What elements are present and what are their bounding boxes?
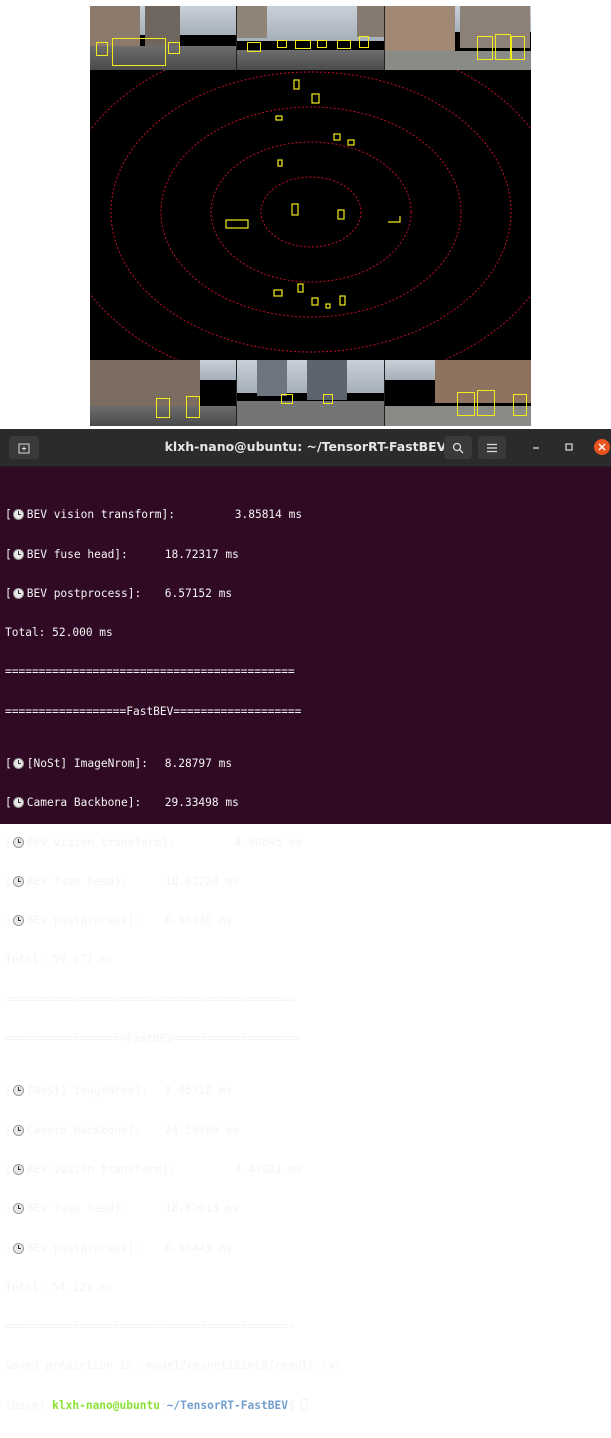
bev-visualization bbox=[90, 6, 531, 426]
separator-line: ========================================… bbox=[5, 665, 295, 679]
log-line: [BEV fuse head]: 18.82013 ms bbox=[5, 1202, 239, 1216]
alarm-clock-icon bbox=[12, 758, 24, 770]
front-camera-strip bbox=[90, 6, 531, 70]
log-line: [[NoSt] ImageNrom]: 9.05718 ms bbox=[5, 1084, 233, 1098]
log-line: [Camera Backbone]: 29.33498 ms bbox=[5, 796, 239, 810]
alarm-clock-icon bbox=[12, 797, 24, 809]
separator-line: ========================================… bbox=[5, 992, 295, 1006]
alarm-clock-icon bbox=[12, 548, 24, 560]
total-line: Total: 59.377 ms bbox=[5, 953, 113, 967]
camera-back-image bbox=[237, 360, 385, 426]
text-cursor[interactable] bbox=[301, 1399, 309, 1412]
log-line: [BEV postprocess]: 6.53146 ms bbox=[5, 914, 233, 928]
alarm-clock-icon bbox=[12, 836, 24, 848]
log-line: [BEV postprocess]: 6.53443 ms bbox=[5, 1241, 233, 1255]
search-icon[interactable] bbox=[444, 436, 472, 459]
maximize-icon[interactable] bbox=[561, 439, 577, 455]
saved-path-line: Saved prediction in: model/resnet18int8/… bbox=[5, 1359, 342, 1373]
window-title: klxh-nano@ubuntu: ~/TensorRT-FastBEV bbox=[164, 439, 447, 454]
log-line: [BEV postprocess]: 6.57152 ms bbox=[5, 586, 233, 600]
log-line: [BEV vision transform]: 4.68845 ms bbox=[5, 835, 303, 849]
log-line: [BEV vision transform]: 4.47021 ms bbox=[5, 1162, 303, 1176]
camera-front-image bbox=[237, 6, 385, 70]
shell-prompt[interactable]: (base) klxh-nano@ubuntu: ~/TensorRT-FastB… bbox=[5, 1399, 607, 1412]
range-rings bbox=[90, 70, 531, 360]
new-terminal-icon[interactable] bbox=[9, 436, 39, 459]
separator-line: ========================================… bbox=[5, 1320, 295, 1334]
alarm-clock-icon bbox=[12, 1085, 24, 1097]
alarm-clock-icon bbox=[12, 1164, 24, 1176]
terminal-window[interactable]: klxh-nano@ubuntu: ~/TensorRT-FastBEV [BE… bbox=[0, 429, 611, 1412]
alarm-clock-icon bbox=[12, 1203, 24, 1215]
close-icon[interactable] bbox=[594, 439, 610, 455]
camera-back-left-image bbox=[90, 360, 238, 426]
log-line: [BEV fuse head]: 18.72317 ms bbox=[5, 547, 239, 561]
total-line: Total: 54.123 ms bbox=[5, 1280, 113, 1294]
log-line: [BEV fuse head]: 18.82224 ms bbox=[5, 874, 239, 888]
rear-camera-strip bbox=[90, 360, 531, 426]
camera-front-left-image bbox=[90, 6, 238, 70]
alarm-clock-icon bbox=[12, 915, 24, 927]
terminal-output[interactable]: [BEV vision transform]: 3.85814 ms [BEV f… bbox=[5, 469, 607, 1438]
log-line: [Camera Backbone]: 24.29789 ms bbox=[5, 1123, 239, 1137]
section-header: ==================FastBEV===============… bbox=[5, 1032, 302, 1046]
log-line: [[NoSt] ImageNrom]: 8.28797 ms bbox=[5, 757, 233, 771]
camera-back-right-image bbox=[384, 360, 531, 426]
alarm-clock-icon bbox=[12, 509, 24, 521]
bev-top-down-plot bbox=[90, 70, 531, 360]
log-line: [BEV vision transform]: 3.85814 ms bbox=[5, 508, 303, 522]
detection-boxes bbox=[225, 79, 401, 309]
camera-front-right-image bbox=[384, 6, 531, 70]
hamburger-menu-icon[interactable] bbox=[478, 436, 506, 459]
section-header: ==================FastBEV===============… bbox=[5, 704, 302, 718]
alarm-clock-icon bbox=[12, 587, 24, 599]
alarm-clock-icon bbox=[12, 1124, 24, 1136]
minimize-icon[interactable] bbox=[528, 439, 544, 455]
alarm-clock-icon bbox=[12, 1242, 24, 1254]
alarm-clock-icon bbox=[12, 875, 24, 887]
terminal-titlebar[interactable]: klxh-nano@ubuntu: ~/TensorRT-FastBEV bbox=[0, 429, 611, 467]
total-line: Total: 52.000 ms bbox=[5, 626, 113, 640]
